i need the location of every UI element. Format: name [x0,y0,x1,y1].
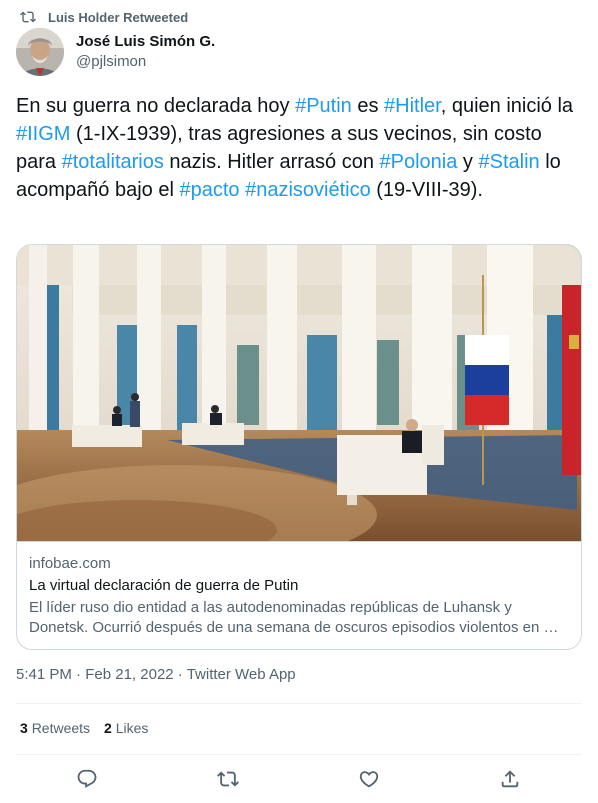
link-card[interactable]: infobae.com La virtual declaración de gu… [16,244,582,650]
hashtag-link[interactable]: #nazisoviético [245,179,371,201]
hashtag-link[interactable]: #Polonia [380,151,458,173]
card-title: La virtual declaración de guerra de Puti… [29,577,299,594]
hashtag-link[interactable]: #Putin [295,95,352,117]
likes-label: Likes [115,720,149,736]
tweet-date[interactable]: Feb 21, 2022 [85,666,173,683]
author-handle[interactable]: @pjlsimon [76,52,215,72]
hashtag-link[interactable]: #Hitler [384,95,441,117]
tweet-text-segment: , quien inició la [440,95,574,117]
tweet-author[interactable]: José Luis Simón G. @pjlsimon [16,28,215,76]
retweet-icon [20,11,36,23]
timestamp-separator: · [71,666,86,683]
divider [16,754,582,755]
hashtag-link[interactable]: #Stalin [478,151,539,173]
tweet-text-segment: En su guerra no declarada hoy [16,95,296,117]
retweet-icon [217,771,239,787]
tweet-time[interactable]: 5:41 PM [16,666,72,683]
tweet-text-segment: y [457,151,479,173]
hashtag-link[interactable]: #IIGM [16,123,70,145]
tweet-text: En su guerra no declarada hoy #Putin es … [16,92,582,204]
timestamp-separator: · [173,666,187,683]
tweet-text-segment: nazis. Hitler arrasó con [163,151,380,173]
tweet-source[interactable]: Twitter Web App [187,666,296,683]
divider [16,703,582,704]
retweeted-by-label: Luis Holder Retweeted [48,9,189,25]
like-button[interactable] [358,768,382,792]
author-display-name[interactable]: José Luis Simón G. [76,32,215,52]
retweet-indicator[interactable]: Luis Holder Retweeted [20,8,188,26]
avatar[interactable] [16,28,64,76]
tweet-text-segment: (19-VIII-39). [370,179,483,201]
likes-stat[interactable]: 2 Likes [104,720,148,736]
hashtag-link[interactable]: #totalitarios [62,151,164,173]
share-button[interactable] [499,768,523,792]
likes-count: 2 [104,720,112,736]
share-icon [501,770,519,788]
tweet-text-segment: es [351,95,385,117]
hashtag-link[interactable]: #pacto [179,179,239,201]
retweets-label: Retweets [31,720,91,736]
card-domain: infobae.com [29,555,111,572]
tweet-actions [16,762,582,798]
reply-icon [77,769,97,788]
retweets-count: 3 [20,720,28,736]
reply-button[interactable] [76,768,100,792]
retweet-button[interactable] [217,768,241,792]
card-description: El líder ruso dio entidad a las autodeno… [29,599,559,636]
tweet-stats: 3 Retweets 2 Likes [20,720,148,736]
retweets-stat[interactable]: 3 Retweets [20,720,90,736]
tweet-timestamp: 5:41 PM · Feb 21, 2022 · Twitter Web App [16,666,296,683]
like-icon [359,771,379,788]
card-image[interactable] [17,245,582,541]
